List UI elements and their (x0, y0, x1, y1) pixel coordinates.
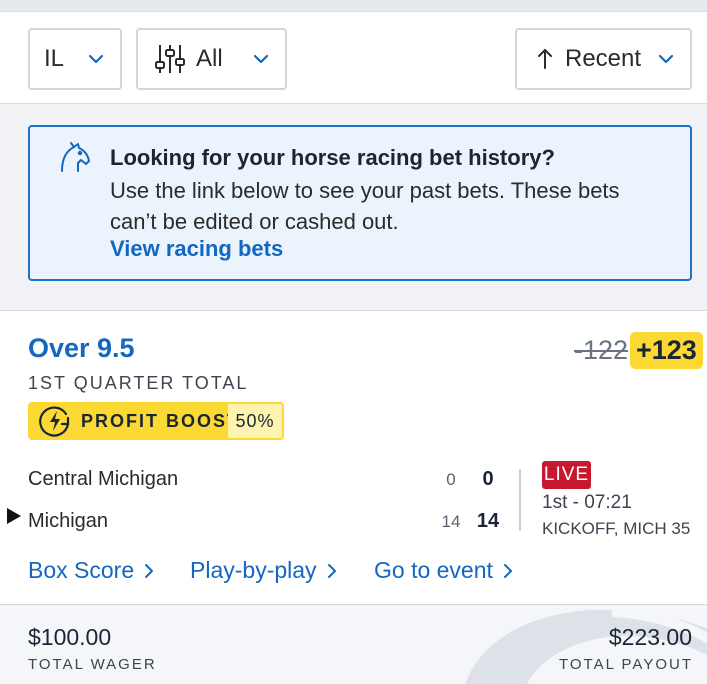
total-score: 14 (476, 510, 500, 532)
sort-value: Recent (565, 45, 642, 72)
bet-card: Over 9.5 1ST QUARTER TOTAL -122 +123 PRO… (0, 310, 707, 605)
horse-head-icon (58, 141, 92, 175)
profit-boost-percent: 50% (228, 404, 282, 438)
bet-footer: $100.00 TOTAL WAGER $223.00 TOTAL PAYOUT (0, 606, 707, 684)
live-badge: LIVE (542, 461, 591, 489)
total-payout-label: TOTAL PAYOUT (558, 656, 693, 673)
original-odds: -122 (574, 335, 629, 365)
bet-selection: Over 9.5 (28, 333, 135, 363)
arrow-up-icon (537, 47, 553, 71)
total-score: 0 (482, 468, 494, 490)
quarter-score: 0 (446, 470, 456, 489)
chevron-right-icon (145, 563, 154, 578)
filter-bar: IL All Recent (0, 12, 707, 104)
box-score-link[interactable]: Box Score (28, 557, 154, 584)
play-by-play-link[interactable]: Play-by-play (190, 557, 337, 584)
notice-title: Looking for your horse racing bet histor… (110, 145, 555, 170)
score-divider (519, 469, 521, 531)
game-situation: KICKOFF, MICH 35 (542, 519, 691, 538)
go-to-event-label: Go to event (374, 557, 493, 583)
box-score-label: Box Score (28, 557, 135, 583)
bet-filter-value: All (196, 45, 223, 72)
state-dropdown[interactable]: IL (28, 28, 122, 90)
chevron-right-icon (327, 563, 336, 578)
chevron-down-icon (253, 52, 269, 66)
play-by-play-label: Play-by-play (190, 557, 317, 583)
profit-boost-badge: PROFIT BOOST 50% (28, 402, 284, 440)
possession-indicator-icon (6, 506, 22, 526)
boosted-odds: +123 (630, 332, 703, 369)
bet-filter-dropdown[interactable]: All (136, 28, 287, 90)
team-name: Michigan (28, 510, 109, 532)
chevron-down-icon (88, 52, 104, 66)
chevron-right-icon (503, 563, 512, 578)
go-to-event-link[interactable]: Go to event (374, 557, 513, 584)
team-name: Central Michigan (28, 468, 179, 490)
total-wager-amount: $100.00 (28, 624, 112, 650)
profit-boost-label: PROFIT BOOST (81, 410, 240, 431)
chevron-down-icon (658, 52, 674, 66)
state-dropdown-value: IL (44, 45, 65, 72)
lightning-boost-icon (38, 404, 72, 438)
total-payout-amount: $223.00 (608, 624, 692, 650)
game-clock: 1st - 07:21 (542, 492, 632, 513)
notice-body: Use the link below to see your past bets… (110, 178, 620, 234)
sort-dropdown[interactable]: Recent (515, 28, 692, 90)
racing-history-notice: Looking for your horse racing bet histor… (28, 125, 692, 281)
total-wager-label: TOTAL WAGER (28, 656, 157, 673)
top-strip (0, 0, 707, 12)
bet-market: 1ST QUARTER TOTAL (28, 373, 249, 393)
sliders-icon (154, 43, 186, 75)
view-racing-bets-link[interactable]: View racing bets (110, 236, 283, 262)
quarter-score: 14 (441, 512, 461, 531)
